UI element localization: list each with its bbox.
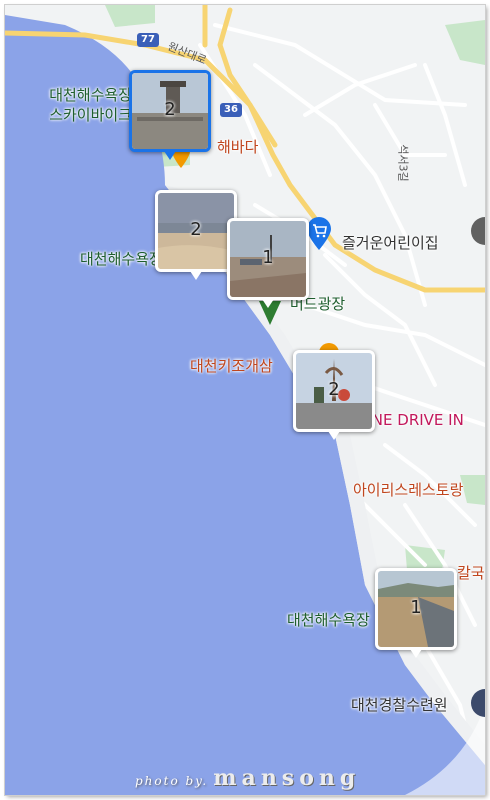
place-label-kijogae[interactable]: 대천키조개삼 xyxy=(190,357,273,375)
photo-count-label: 1 xyxy=(410,597,422,618)
watermark-name: mansong xyxy=(213,765,361,791)
road-shield-77: 77 xyxy=(137,33,159,47)
marker-pointer xyxy=(190,271,202,280)
photo-count-label: 2 xyxy=(190,219,202,240)
photo-cluster-marker[interactable]: 2 xyxy=(293,350,375,440)
photo-watermark: photo by. mansong xyxy=(135,765,360,791)
place-label-iris-restaurant[interactable]: 아이리스레스토랑 xyxy=(353,481,463,499)
road-shield-36: 36 xyxy=(220,103,242,117)
photo-cluster-marker[interactable]: 2 xyxy=(129,70,211,160)
police-pin-icon[interactable] xyxy=(471,689,485,719)
photo-count-label: 2 xyxy=(164,99,176,120)
watermark-prefix: photo by. xyxy=(135,774,209,788)
place-label-kalguksu[interactable]: 칼국 xyxy=(457,564,485,582)
photo-cluster-marker[interactable]: 1 xyxy=(375,568,457,658)
marker-pointer xyxy=(410,649,422,658)
place-label-beach-2[interactable]: 대천해수욕장 xyxy=(287,611,370,629)
marker-pointer xyxy=(262,299,274,308)
photo-cluster-marker[interactable]: 1 xyxy=(227,218,309,308)
place-label-beach-1[interactable]: 대천해수욕장 xyxy=(80,250,163,268)
map-view[interactable]: 77 원산대로 36 석서3길 대천해수욕장 스카이바이크 해바다 즐거운어린이… xyxy=(5,5,485,795)
place-label-skybike[interactable]: 대천해수욕장 스카이바이크 xyxy=(27,85,132,125)
marker-pointer xyxy=(328,431,340,440)
place-label-police-center[interactable]: 대천경찰수련원 xyxy=(351,696,448,714)
shopping-pin-icon[interactable] xyxy=(306,217,332,251)
marker-pointer xyxy=(164,151,176,160)
street-label: 석서3길 xyxy=(396,144,410,182)
photo-count-label: 2 xyxy=(328,379,340,400)
school-pin-icon[interactable] xyxy=(469,217,485,247)
place-label-haebada[interactable]: 해바다 xyxy=(217,138,258,156)
photo-count-label: 1 xyxy=(262,247,274,268)
place-label-one-drive-in[interactable]: ONE DRIVE IN xyxy=(360,411,464,429)
photo-cluster-marker[interactable]: 2 xyxy=(155,190,237,280)
place-label-kindergarten[interactable]: 즐거운어린이집 xyxy=(342,234,439,252)
